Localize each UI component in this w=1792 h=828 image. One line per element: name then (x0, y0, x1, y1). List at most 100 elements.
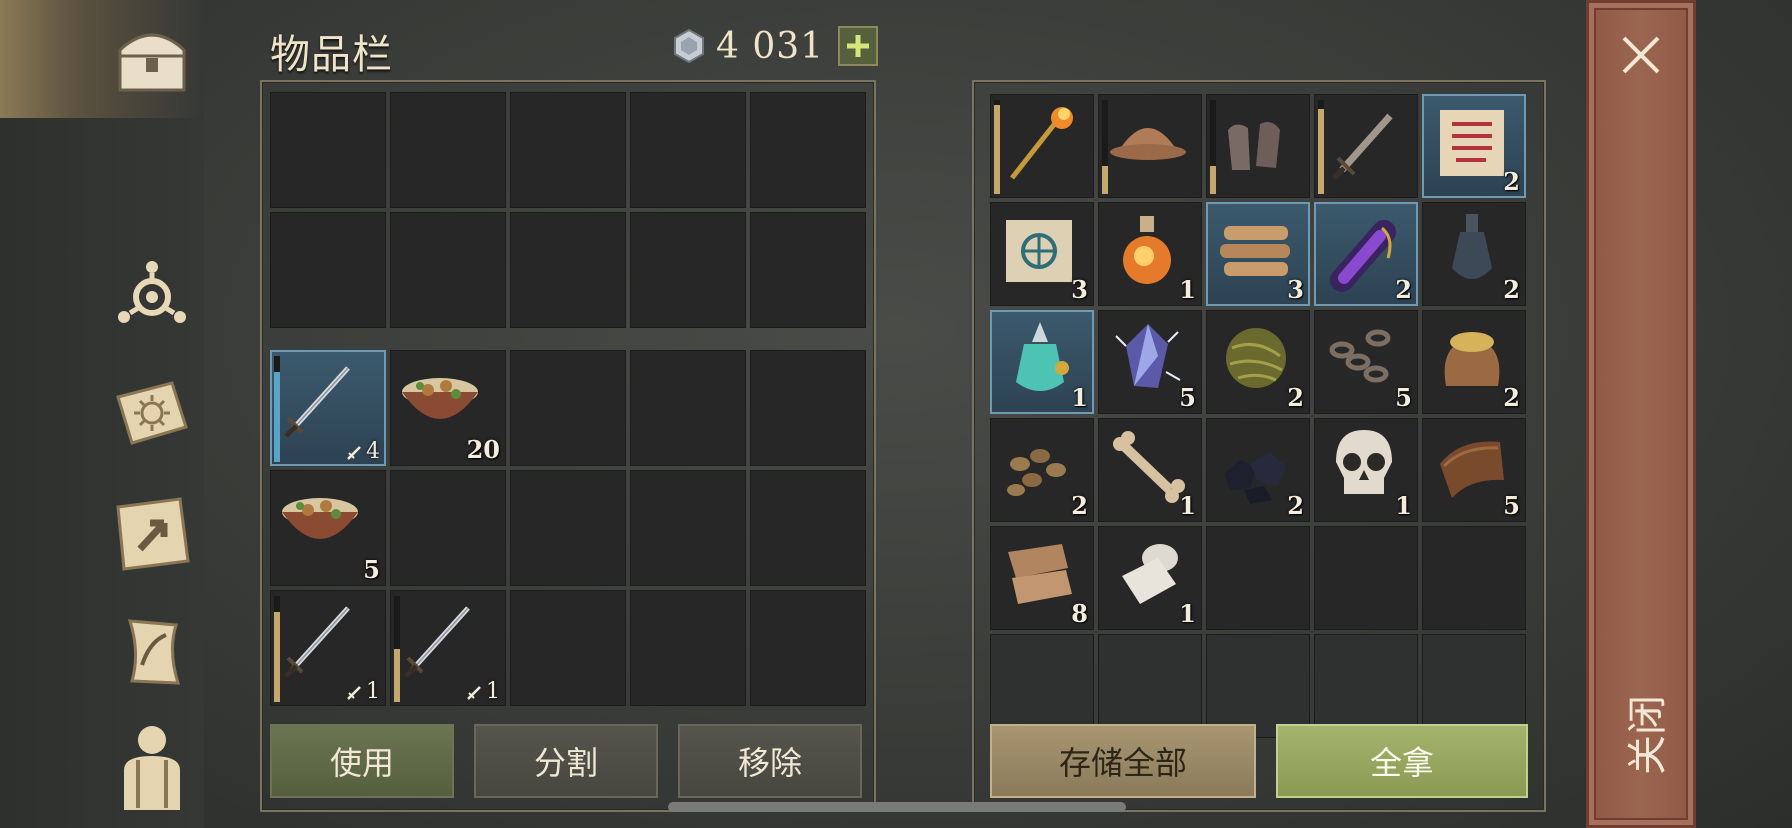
empty-slot[interactable] (630, 92, 746, 208)
close-label[interactable]: 关闭 (1615, 675, 1673, 795)
item-quantity: 2 (1287, 491, 1304, 520)
empty-slot[interactable] (750, 590, 866, 706)
dagger-icon (467, 685, 481, 700)
empty-slot[interactable] (1422, 526, 1526, 630)
empty-slot[interactable] (1206, 526, 1310, 630)
empty-slot[interactable] (510, 212, 626, 328)
add-currency-button[interactable] (838, 26, 879, 66)
grain-sack-icon (1444, 332, 1500, 386)
item-slot[interactable] (1314, 94, 1418, 198)
journal-scroll-icon[interactable] (104, 605, 200, 701)
chain-icon (1329, 329, 1391, 383)
item-slot[interactable]: 2 (1422, 94, 1526, 198)
item-quantity: 2 (1395, 275, 1412, 304)
damage-value: 1 (486, 679, 500, 704)
item-slot[interactable]: 3 (990, 202, 1094, 306)
empty-slot[interactable] (270, 212, 386, 328)
item-slot[interactable]: 1 (1098, 418, 1202, 522)
empty-slot[interactable] (630, 350, 746, 466)
item-slot[interactable]: 2 (1422, 310, 1526, 414)
item-quantity: 1 (1179, 599, 1196, 628)
empty-slot[interactable] (750, 350, 866, 466)
empty-slot[interactable] (630, 590, 746, 706)
empty-slot[interactable] (510, 92, 626, 208)
chest-icon[interactable] (104, 10, 200, 106)
item-slot[interactable]: 1 (1098, 202, 1202, 306)
empty-slot[interactable] (990, 634, 1094, 738)
short-sword-icon (1332, 113, 1393, 180)
item-slot[interactable]: 1 (1098, 526, 1202, 630)
remove-button[interactable]: 移除 (678, 724, 862, 798)
empty-slot[interactable] (510, 470, 626, 586)
plus-icon (847, 35, 870, 57)
item-slot[interactable] (990, 94, 1094, 198)
item-quantity: 2 (1503, 383, 1520, 412)
item-slot[interactable]: 2 (1206, 310, 1310, 414)
item-slot[interactable]: 5 (1098, 310, 1202, 414)
empty-slot[interactable] (630, 470, 746, 586)
item-slot[interactable]: 2 (990, 418, 1094, 522)
item-slot[interactable]: 1 (270, 590, 386, 706)
close-icon[interactable] (1618, 32, 1664, 78)
crafting-icon[interactable] (104, 245, 200, 341)
item-slot[interactable]: 2 (1206, 418, 1310, 522)
item-slot[interactable]: 5 (1422, 418, 1526, 522)
empty-slot[interactable] (390, 92, 506, 208)
item-slot[interactable]: 2 (1314, 202, 1418, 306)
empty-slot[interactable] (750, 92, 866, 208)
empty-flask-icon (1452, 214, 1492, 279)
empty-slot[interactable] (1206, 634, 1310, 738)
item-quantity: 3 (1071, 275, 1088, 304)
empty-slot[interactable] (1314, 634, 1418, 738)
split-button[interactable]: 分割 (474, 724, 658, 798)
crystal-icon (1115, 324, 1181, 388)
fire-staff-icon (1010, 107, 1073, 180)
empty-slot[interactable] (270, 92, 386, 208)
item-slot[interactable] (1206, 94, 1310, 198)
item-quantity: 1 (1071, 383, 1088, 412)
empty-slot[interactable] (510, 590, 626, 706)
coal-icon (1224, 452, 1286, 504)
sword-icon (284, 606, 350, 678)
empty-slot[interactable] (510, 350, 626, 466)
item-quantity: 1 (1179, 491, 1196, 520)
item-slot[interactable]: 4 (270, 350, 386, 466)
empty-slot[interactable] (390, 470, 506, 586)
item-slot[interactable]: 5 (1314, 310, 1418, 414)
take-all-button[interactable]: 全拿 (1276, 724, 1528, 798)
item-quantity: 5 (1503, 491, 1520, 520)
item-slot[interactable]: 3 (1206, 202, 1310, 306)
item-quantity: 5 (1395, 383, 1412, 412)
empty-slot[interactable] (1314, 526, 1418, 630)
item-slot[interactable]: 1 (390, 590, 506, 706)
use-button[interactable]: 使用 (270, 724, 454, 798)
item-slot[interactable]: 1 (1314, 418, 1418, 522)
item-quantity: 2 (1287, 383, 1304, 412)
character-icon[interactable] (104, 720, 200, 816)
item-slot[interactable]: 1 (990, 310, 1094, 414)
gloves-icon (1228, 122, 1280, 170)
item-slot[interactable]: 8 (990, 526, 1094, 630)
store-all-button[interactable]: 存储全部 (990, 724, 1256, 798)
skills-book-icon[interactable] (104, 365, 200, 461)
item-quantity: 1 (1179, 275, 1196, 304)
item-slot[interactable] (1098, 94, 1202, 198)
empty-slot[interactable] (1098, 634, 1202, 738)
helmet-icon (1110, 128, 1186, 160)
item-damage: 4 (346, 439, 380, 464)
item-slot[interactable]: 20 (390, 350, 506, 466)
dagger-icon (347, 445, 361, 460)
item-slot[interactable]: 5 (270, 470, 386, 586)
map-icon[interactable] (104, 485, 200, 581)
home-indicator (668, 802, 1126, 812)
empty-slot[interactable] (750, 212, 866, 328)
empty-slot[interactable] (750, 470, 866, 586)
empty-slot[interactable] (630, 212, 746, 328)
currency-value: 4 031 (716, 25, 825, 67)
empty-slot[interactable] (390, 212, 506, 328)
dagger-icon (347, 685, 361, 700)
beans-icon (1007, 449, 1066, 496)
item-quantity: 20 (466, 435, 500, 464)
empty-slot[interactable] (1422, 634, 1526, 738)
item-slot[interactable]: 2 (1422, 202, 1526, 306)
